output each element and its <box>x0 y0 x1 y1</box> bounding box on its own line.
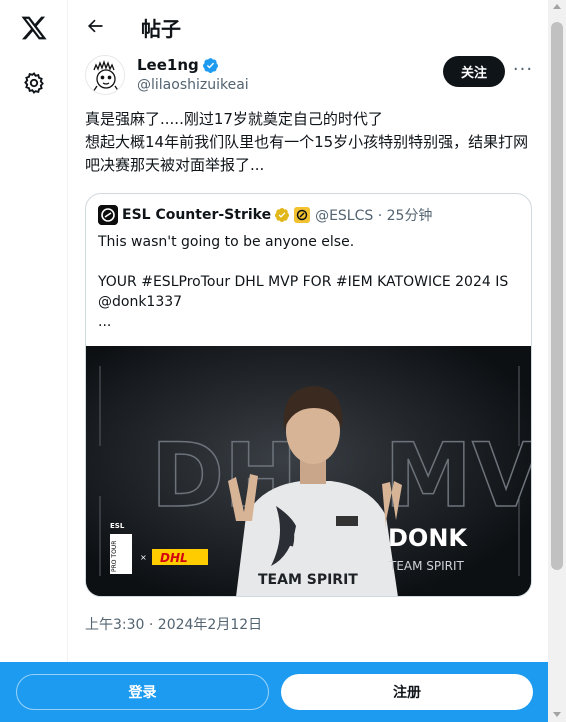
bottom-login-bar: 登录 注册 <box>0 662 548 722</box>
verified-badge-icon <box>202 57 218 73</box>
dhl-logo-text: DHL <box>160 551 188 565</box>
gear-icon[interactable] <box>22 71 46 95</box>
author-name[interactable]: Lee1ng <box>137 56 219 74</box>
signup-button[interactable]: 注册 <box>281 674 533 710</box>
quoted-tweet-image[interactable]: DHL MVP TEAM SPIRIT DONK TEAM SPIRIT <box>86 346 531 596</box>
scroll-down-arrow-icon[interactable] <box>553 712 561 717</box>
login-button[interactable]: 登录 <box>16 674 269 710</box>
affiliate-badge-icon <box>294 207 311 223</box>
tweet-timestamp[interactable]: 上午3:30 · 2024年2月12日 <box>85 614 262 634</box>
quoted-tweet-text: This wasn't going to be anyone else. YOU… <box>98 234 509 330</box>
esl-avatar-icon[interactable] <box>98 205 118 225</box>
quoted-author-name[interactable]: ESL Counter-Strike <box>122 207 271 223</box>
mvp-graphic: DHL MVP TEAM SPIRIT DONK TEAM SPIRIT <box>86 346 531 596</box>
quoted-handle-time[interactable]: @ESLCS · 25分钟 <box>315 205 432 225</box>
player-team: TEAM SPIRIT <box>388 559 465 573</box>
avatar[interactable] <box>85 55 125 95</box>
page-title: 帖子 <box>141 17 181 41</box>
author-name-text: Lee1ng <box>137 56 199 74</box>
quoted-tweet-card[interactable]: ESL Counter-Strike @ESLCS · 25分钟 This wa… <box>85 193 532 597</box>
gold-verified-badge-icon <box>275 208 290 222</box>
follow-button[interactable]: 关注 <box>443 56 505 87</box>
jersey-text: TEAM SPIRIT <box>258 572 358 588</box>
main-column: 帖子 Lee1ng @lilaoshizuikeai 关注 ··· 真是强麻了.… <box>69 0 548 722</box>
quoted-tweet-header: ESL Counter-Strike @ESLCS · 25分钟 <box>98 205 432 225</box>
protour-text: PRO TOUR <box>111 541 118 572</box>
scrollbar-thumb[interactable] <box>551 22 563 570</box>
author-handle[interactable]: @lilaoshizuikeai <box>137 77 249 93</box>
scroll-up-arrow-icon[interactable] <box>553 4 561 9</box>
x-logo-icon[interactable] <box>20 14 48 42</box>
page-scrollbar[interactable] <box>548 0 566 722</box>
page-header: 帖子 <box>69 0 548 53</box>
brand-x-text: × <box>140 553 147 562</box>
left-nav-rail <box>0 0 68 722</box>
player-name: DONK <box>388 524 468 552</box>
back-arrow-icon[interactable] <box>85 16 105 36</box>
more-options-icon[interactable]: ··· <box>512 60 534 82</box>
avatar-image <box>86 56 124 94</box>
esl-logo-text: ESL <box>110 522 125 530</box>
tweet-text: 真是强麻了.....刚过17岁就奠定自己的时代了 想起大概14年前我们队里也有一… <box>85 110 529 174</box>
